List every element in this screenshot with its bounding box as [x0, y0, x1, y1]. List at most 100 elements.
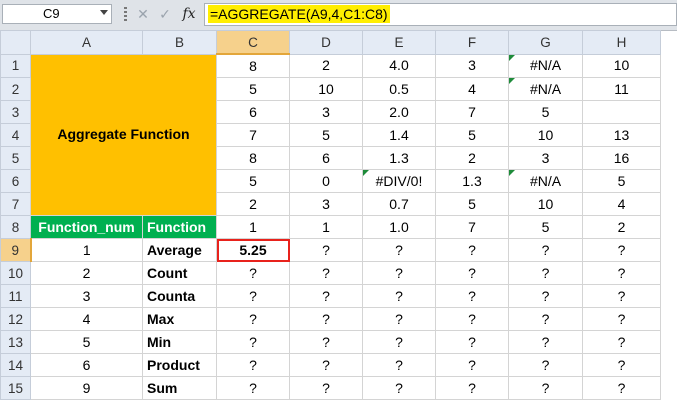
result-cell[interactable]: ? — [362, 376, 436, 400]
column-header-b[interactable]: B — [142, 30, 217, 55]
cell[interactable]: 10 — [289, 77, 363, 101]
result-cell[interactable]: ? — [216, 284, 290, 308]
cell[interactable]: 0 — [289, 169, 363, 193]
cell[interactable]: 3 — [289, 192, 363, 216]
result-cell[interactable]: ? — [508, 376, 583, 400]
result-cell[interactable]: ? — [582, 238, 661, 262]
function-name-cell[interactable]: Max — [142, 307, 217, 331]
function-name-cell[interactable]: Min — [142, 330, 217, 354]
result-cell[interactable]: ? — [362, 307, 436, 331]
cell[interactable]: 1.3 — [435, 169, 509, 193]
result-cell[interactable]: ? — [508, 307, 583, 331]
result-cell[interactable]: ? — [435, 376, 509, 400]
cell[interactable]: 8 — [216, 146, 290, 170]
column-header-d[interactable]: D — [289, 30, 363, 55]
function-num-cell[interactable]: 4 — [30, 307, 143, 331]
cell[interactable]: 5 — [582, 169, 661, 193]
result-cell[interactable]: ? — [289, 238, 363, 262]
row-header-15[interactable]: 15 — [0, 376, 31, 400]
cell[interactable]: 5 — [508, 215, 583, 239]
cell[interactable]: 5 — [508, 100, 583, 124]
function-name-cell[interactable]: Product — [142, 353, 217, 377]
result-cell[interactable]: ? — [435, 307, 509, 331]
function-num-cell[interactable]: 9 — [30, 376, 143, 400]
function-num-cell[interactable]: 1 — [30, 238, 143, 262]
cell[interactable]: #N/A — [508, 77, 583, 101]
cell[interactable]: 6 — [216, 100, 290, 124]
cell[interactable]: 5 — [289, 123, 363, 147]
cell[interactable]: 5 — [216, 169, 290, 193]
cell[interactable]: 10 — [508, 123, 583, 147]
cell[interactable]: 6 — [289, 146, 363, 170]
result-cell[interactable]: ? — [216, 330, 290, 354]
cell[interactable]: 4 — [582, 192, 661, 216]
result-cell[interactable]: ? — [435, 261, 509, 285]
cell[interactable]: 11 — [582, 77, 661, 101]
cell[interactable]: #N/A — [508, 169, 583, 193]
result-cell[interactable]: ? — [216, 376, 290, 400]
selected-cell-c9[interactable]: 5.25 — [216, 238, 290, 262]
result-cell[interactable]: ? — [435, 353, 509, 377]
column-header-f[interactable]: F — [435, 30, 509, 55]
result-cell[interactable]: ? — [508, 330, 583, 354]
result-cell[interactable]: ? — [508, 261, 583, 285]
result-cell[interactable]: ? — [289, 261, 363, 285]
result-cell[interactable]: ? — [216, 307, 290, 331]
result-cell[interactable]: ? — [435, 284, 509, 308]
row-header-12[interactable]: 12 — [0, 307, 31, 331]
result-cell[interactable]: ? — [582, 307, 661, 331]
cell[interactable]: 4 — [435, 77, 509, 101]
name-box[interactable]: C9 — [2, 4, 112, 24]
result-cell[interactable]: ? — [216, 261, 290, 285]
cell[interactable]: 1.0 — [362, 215, 436, 239]
cell[interactable]: 2 — [582, 215, 661, 239]
chevron-down-icon[interactable] — [100, 10, 108, 15]
insert-function-button[interactable]: fx — [178, 4, 200, 24]
cell[interactable]: 5 — [435, 123, 509, 147]
cell[interactable]: 2 — [216, 192, 290, 216]
row-header-10[interactable]: 10 — [0, 261, 31, 285]
cell[interactable]: 0.5 — [362, 77, 436, 101]
column-header-e[interactable]: E — [362, 30, 436, 55]
result-cell[interactable]: ? — [362, 330, 436, 354]
cell[interactable]: 3 — [435, 53, 509, 78]
result-cell[interactable]: ? — [435, 238, 509, 262]
function-name-cell[interactable]: Sum — [142, 376, 217, 400]
result-cell[interactable]: ? — [508, 238, 583, 262]
row-header-8[interactable]: 8 — [0, 215, 31, 239]
cell[interactable]: 10 — [508, 192, 583, 216]
cell[interactable]: 1 — [216, 215, 290, 239]
result-cell[interactable]: ? — [216, 353, 290, 377]
result-cell[interactable]: ? — [582, 376, 661, 400]
row-header-6[interactable]: 6 — [0, 169, 31, 193]
result-cell[interactable]: ? — [582, 284, 661, 308]
result-cell[interactable]: ? — [508, 353, 583, 377]
cell[interactable]: 1.3 — [362, 146, 436, 170]
cell[interactable]: 1.4 — [362, 123, 436, 147]
result-cell[interactable]: ? — [289, 284, 363, 308]
function-num-cell[interactable]: 6 — [30, 353, 143, 377]
result-cell[interactable]: ? — [435, 330, 509, 354]
cell[interactable] — [582, 100, 661, 124]
row-header-13[interactable]: 13 — [0, 330, 31, 354]
column-header-a[interactable]: A — [30, 30, 143, 55]
enter-icon[interactable]: ✓ — [156, 5, 174, 23]
cell[interactable]: 8 — [216, 53, 290, 78]
result-cell[interactable]: ? — [582, 353, 661, 377]
result-cell[interactable]: ? — [362, 238, 436, 262]
function-num-cell[interactable]: 2 — [30, 261, 143, 285]
row-header-5[interactable]: 5 — [0, 146, 31, 170]
result-cell[interactable]: ? — [289, 376, 363, 400]
cell[interactable]: 5 — [435, 192, 509, 216]
cell[interactable]: 4.0 — [362, 53, 436, 78]
result-cell[interactable]: ? — [508, 284, 583, 308]
row-header-7[interactable]: 7 — [0, 192, 31, 216]
row-header-3[interactable]: 3 — [0, 100, 31, 124]
cell[interactable]: 3 — [289, 100, 363, 124]
cell[interactable]: 5 — [216, 77, 290, 101]
merged-title-cell[interactable]: Aggregate Function — [30, 53, 217, 216]
cell[interactable]: 2 — [435, 146, 509, 170]
result-cell[interactable]: ? — [289, 353, 363, 377]
cell[interactable]: 2 — [289, 53, 363, 78]
header-function-num[interactable]: Function_num — [30, 215, 143, 239]
